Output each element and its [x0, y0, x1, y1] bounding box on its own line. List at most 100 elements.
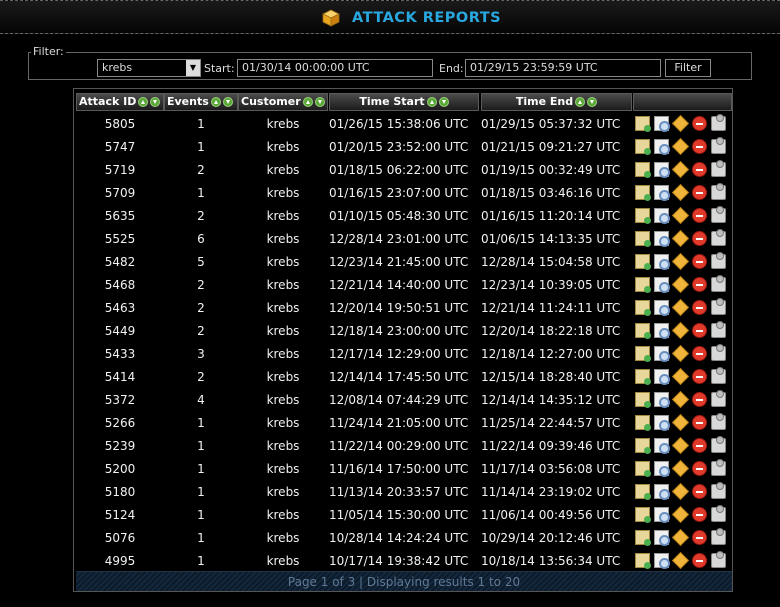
delete-icon[interactable]	[692, 185, 707, 200]
delete-icon[interactable]	[692, 369, 707, 384]
sort-ascending-icon[interactable]	[210, 97, 221, 107]
table-row[interactable]: 5200 1 krebs 11/16/14 17:50:00 UTC 11/17/14 …	[76, 458, 732, 481]
package-icon[interactable]	[672, 322, 689, 339]
table-row[interactable]: 4995 1 krebs 10/17/14 19:38:42 UTC 10/18/14 …	[76, 550, 732, 573]
export-icon[interactable]	[711, 505, 726, 522]
package-icon[interactable]	[672, 138, 689, 155]
view-report-icon[interactable]	[654, 438, 670, 454]
export-icon[interactable]	[711, 160, 726, 177]
export-icon[interactable]	[711, 229, 726, 246]
package-icon[interactable]	[672, 115, 689, 132]
package-icon[interactable]	[672, 207, 689, 224]
table-row[interactable]: 5747 1 krebs 01/20/15 23:52:00 UTC 01/21/15 …	[76, 136, 732, 159]
table-row[interactable]: 5180 1 krebs 11/13/14 20:33:57 UTC 11/14/14 …	[76, 481, 732, 504]
package-icon[interactable]	[672, 276, 689, 293]
package-icon[interactable]	[672, 414, 689, 431]
delete-icon[interactable]	[692, 438, 707, 453]
edit-report-icon[interactable]	[635, 185, 651, 201]
edit-report-icon[interactable]	[635, 116, 651, 132]
table-row[interactable]: 5709 1 krebs 01/16/15 23:07:00 UTC 01/18/15 …	[76, 182, 732, 205]
delete-icon[interactable]	[692, 208, 707, 223]
view-report-icon[interactable]	[654, 369, 670, 385]
delete-icon[interactable]	[692, 162, 707, 177]
filter-button[interactable]: Filter	[665, 59, 711, 77]
package-icon[interactable]	[672, 552, 689, 569]
start-date-input[interactable]: 01/30/14 00:00:00 UTC	[237, 59, 433, 77]
edit-report-icon[interactable]	[635, 484, 651, 500]
table-row[interactable]: 5468 2 krebs 12/21/14 14:40:00 UTC 12/23/14 …	[76, 274, 732, 297]
view-report-icon[interactable]	[654, 208, 670, 224]
edit-report-icon[interactable]	[635, 231, 651, 247]
column-header-time-start[interactable]: Time Start	[329, 93, 479, 111]
end-date-input[interactable]: 01/29/15 23:59:59 UTC	[465, 59, 661, 77]
table-row[interactable]: 5433 3 krebs 12/17/14 12:29:00 UTC 12/18/14 …	[76, 343, 732, 366]
delete-icon[interactable]	[692, 139, 707, 154]
sort-ascending-icon[interactable]	[302, 97, 313, 107]
delete-icon[interactable]	[692, 323, 707, 338]
view-report-icon[interactable]	[654, 346, 670, 362]
export-icon[interactable]	[711, 482, 726, 499]
table-row[interactable]: 5635 2 krebs 01/10/15 05:48:30 UTC 01/16/15 …	[76, 205, 732, 228]
package-icon[interactable]	[672, 345, 689, 362]
delete-icon[interactable]	[692, 415, 707, 430]
package-icon[interactable]	[672, 253, 689, 270]
delete-icon[interactable]	[692, 277, 707, 292]
edit-report-icon[interactable]	[635, 461, 651, 477]
view-report-icon[interactable]	[654, 185, 670, 201]
export-icon[interactable]	[711, 367, 726, 384]
sort-descending-icon[interactable]	[587, 97, 598, 107]
edit-report-icon[interactable]	[635, 346, 651, 362]
export-icon[interactable]	[711, 252, 726, 269]
export-icon[interactable]	[711, 551, 726, 568]
edit-report-icon[interactable]	[635, 392, 651, 408]
table-row[interactable]: 5482 5 krebs 12/23/14 21:45:00 UTC 12/28/14 …	[76, 251, 732, 274]
view-report-icon[interactable]	[654, 277, 670, 293]
package-icon[interactable]	[672, 529, 689, 546]
table-row[interactable]: 5124 1 krebs 11/05/14 15:30:00 UTC 11/06/14 …	[76, 504, 732, 527]
sort-descending-icon[interactable]	[314, 97, 325, 107]
package-icon[interactable]	[672, 391, 689, 408]
package-icon[interactable]	[672, 483, 689, 500]
package-icon[interactable]	[672, 161, 689, 178]
delete-icon[interactable]	[692, 507, 707, 522]
table-row[interactable]: 5463 2 krebs 12/20/14 19:50:51 UTC 12/21/14 …	[76, 297, 732, 320]
edit-report-icon[interactable]	[635, 254, 651, 270]
export-icon[interactable]	[711, 528, 726, 545]
view-report-icon[interactable]	[654, 553, 670, 569]
package-icon[interactable]	[672, 230, 689, 247]
table-row[interactable]: 5449 2 krebs 12/18/14 23:00:00 UTC 12/20/14 …	[76, 320, 732, 343]
column-header-time-end[interactable]: Time End	[481, 93, 632, 111]
table-row[interactable]: 5525 6 krebs 12/28/14 23:01:00 UTC 01/06/15 …	[76, 228, 732, 251]
export-icon[interactable]	[711, 298, 726, 315]
edit-report-icon[interactable]	[635, 415, 651, 431]
view-report-icon[interactable]	[654, 162, 670, 178]
delete-icon[interactable]	[692, 116, 707, 131]
delete-icon[interactable]	[692, 300, 707, 315]
edit-report-icon[interactable]	[635, 162, 651, 178]
export-icon[interactable]	[711, 459, 726, 476]
edit-report-icon[interactable]	[635, 507, 651, 523]
delete-icon[interactable]	[692, 553, 707, 568]
table-row[interactable]: 5266 1 krebs 11/24/14 21:05:00 UTC 11/25/14 …	[76, 412, 732, 435]
view-report-icon[interactable]	[654, 461, 670, 477]
edit-report-icon[interactable]	[635, 277, 651, 293]
delete-icon[interactable]	[692, 346, 707, 361]
export-icon[interactable]	[711, 390, 726, 407]
column-header-customer[interactable]: Customer	[238, 93, 328, 111]
delete-icon[interactable]	[692, 461, 707, 476]
export-icon[interactable]	[711, 206, 726, 223]
export-icon[interactable]	[711, 137, 726, 154]
export-icon[interactable]	[711, 344, 726, 361]
column-header-events[interactable]: Events	[164, 93, 238, 111]
export-icon[interactable]	[711, 114, 726, 131]
table-row[interactable]: 5372 4 krebs 12/08/14 07:44:29 UTC 12/14/14 …	[76, 389, 732, 412]
table-row[interactable]: 5414 2 krebs 12/14/14 17:45:50 UTC 12/15/14 …	[76, 366, 732, 389]
view-report-icon[interactable]	[654, 139, 670, 155]
edit-report-icon[interactable]	[635, 323, 651, 339]
view-report-icon[interactable]	[654, 323, 670, 339]
export-icon[interactable]	[711, 413, 726, 430]
customer-select[interactable]: krebs ▼	[97, 59, 201, 77]
view-report-icon[interactable]	[654, 392, 670, 408]
column-header-attack-id[interactable]: Attack ID	[76, 93, 164, 111]
sort-ascending-icon[interactable]	[426, 97, 437, 107]
